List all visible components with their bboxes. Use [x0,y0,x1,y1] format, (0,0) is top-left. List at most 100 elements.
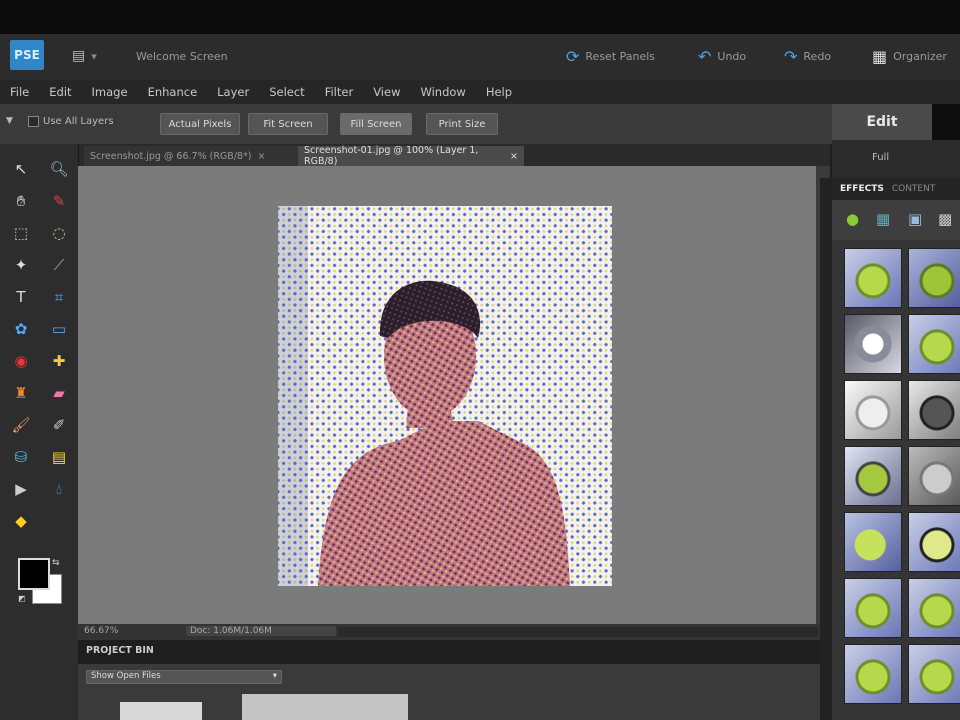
effects-panel-tabs: EFFECTS CONTENT [832,178,960,200]
redo-icon: ↷ [784,46,798,66]
brush-tool-icon[interactable]: 🖌︎ [8,412,34,438]
photo-effects-icon[interactable]: ▣ [908,210,922,228]
magic-wand-tool-icon[interactable]: ✦ [8,252,34,278]
effect-thumbnail[interactable] [844,512,902,572]
checkbox[interactable] [28,116,39,127]
lasso-tool-icon[interactable]: ◌ [46,220,72,246]
doc-tab-label: Screenshot-01.jpg @ 100% (Layer 1, RGB/8… [304,145,479,167]
fit-screen-button[interactable]: Fit Screen [248,113,328,135]
type-tool-icon[interactable]: T [8,284,34,310]
filters-icon[interactable]: ● [846,210,859,228]
marquee-tool-icon[interactable]: ⬚ [8,220,34,246]
edit-tab[interactable]: Edit [832,104,932,140]
effect-thumbnail[interactable] [844,248,902,308]
effect-thumbnail[interactable] [844,644,902,704]
clone-stamp-tool-icon[interactable]: ♜ [8,380,34,406]
doc-tab-2[interactable]: Screenshot-01.jpg @ 100% (Layer 1, RGB/8… [298,145,524,167]
healing-brush-tool-icon[interactable]: ✚ [46,348,72,374]
eyedropper-tool-icon[interactable]: ✎ [46,188,72,214]
organizer-label: Organizer [893,49,947,63]
smart-brush-tool-icon[interactable]: ✐ [46,412,72,438]
close-icon[interactable]: × [510,151,518,162]
effect-thumbnail[interactable] [844,380,902,440]
toolbox: ↖ 🔍︎ ✋︎ ✎ ⬚ ◌ ✦ ⟋ T ⌗ ✿ ▭ ◉ ✚ ♜ ▰ 🖌︎ ✐ ⛁… [0,144,79,720]
red-eye-tool-icon[interactable]: ◉ [8,348,34,374]
effect-thumbnail[interactable] [908,248,960,308]
show-files-dropdown[interactable]: Show Open Files ▾ [86,670,282,684]
effect-thumbnail[interactable] [844,578,902,638]
cookie-cutter-tool-icon[interactable]: ✿ [8,316,34,342]
effects-category-bar: ● ▦ ▣ ▩ [832,200,960,240]
effect-thumbnail[interactable] [908,314,960,374]
reset-panels-label: Reset Panels [585,49,656,63]
undo-button[interactable]: ↶ Undo [698,46,746,66]
menu-view[interactable]: View [363,85,410,99]
reset-panels-button[interactable]: ⟳ Reset Panels [566,46,655,66]
default-colors-icon[interactable]: ◩ [18,594,26,603]
horizontal-scrollbar[interactable] [338,627,818,637]
selection-brush-tool-icon[interactable]: ⟋ [46,252,72,278]
show-files-label: Show Open Files [91,671,161,681]
menu-image[interactable]: Image [82,85,138,99]
effect-thumbnail[interactable] [844,446,902,506]
project-bin: Show Open Files ▾ [78,664,830,720]
zoom-level[interactable]: 66.67% [84,626,118,636]
effect-thumbnail[interactable] [908,512,960,572]
workspace-icon: ▤ [72,48,86,64]
welcome-screen-link[interactable]: Welcome Screen [136,46,228,66]
menu-select[interactable]: Select [259,85,314,99]
menu-file[interactable]: File [0,85,39,99]
menu-edit[interactable]: Edit [39,85,81,99]
move-tool-icon[interactable]: ↖ [8,156,34,182]
panel-tab-placeholder [932,104,960,140]
chevron-down-icon: ▾ [91,49,97,63]
bin-thumbnail[interactable] [120,702,202,720]
effect-thumbnail[interactable] [908,578,960,638]
project-bin-title: PROJECT BIN [86,645,154,656]
sponge-tool-icon[interactable]: ◆ [8,508,34,534]
content-tab[interactable]: CONTENT [892,184,936,194]
crop-tool-icon[interactable]: ⌗ [46,284,72,310]
tool-options-bar [0,104,832,145]
foreground-color-swatch[interactable] [18,558,50,590]
hand-tool-icon[interactable]: ✋︎ [8,188,34,214]
reset-panels-icon: ⟳ [566,46,580,66]
effect-thumbnail[interactable] [908,644,960,704]
swap-colors-icon[interactable]: ⇆ [52,558,60,568]
options-collapse-icon[interactable]: ▼ [6,116,13,126]
effects-tab[interactable]: EFFECTS [840,184,884,194]
organizer-button[interactable]: ▦ Organizer [872,46,947,66]
project-bin-header: PROJECT BIN [78,640,830,664]
layer-styles-icon[interactable]: ▦ [876,210,890,228]
status-bar: 66.67% Doc: 1.06M/1.06M [78,624,830,640]
paint-bucket-tool-icon[interactable]: ⛁ [8,444,34,470]
menu-layer[interactable]: Layer [207,85,259,99]
close-icon[interactable]: × [258,151,266,162]
gradient-tool-icon[interactable]: ▤ [46,444,72,470]
fill-screen-button[interactable]: Fill Screen [340,113,412,135]
redo-button[interactable]: ↷ Redo [784,46,831,66]
effect-thumbnail[interactable] [908,446,960,506]
menu-help[interactable]: Help [476,85,522,99]
bin-thumbnail[interactable] [242,694,408,720]
all-effects-icon[interactable]: ▩ [938,210,952,228]
actual-pixels-button[interactable]: Actual Pixels [160,113,240,135]
shape-tool-icon[interactable]: ▶ [8,476,34,502]
blur-tool-icon[interactable]: 💧︎ [46,476,72,502]
doc-info[interactable]: Doc: 1.06M/1.06M [186,626,336,636]
print-size-button[interactable]: Print Size [426,113,498,135]
full-edit-tab[interactable]: Full [872,152,889,163]
eraser-tool-icon[interactable]: ▰ [46,380,72,406]
menu-window[interactable]: Window [410,85,475,99]
doc-tab-1[interactable]: Screenshot.jpg @ 66.7% (RGB/8*) × [84,146,302,166]
panel-scrollbar[interactable] [820,178,832,720]
effect-thumbnail[interactable] [908,380,960,440]
straighten-tool-icon[interactable]: ▭ [46,316,72,342]
menu-enhance[interactable]: Enhance [138,85,208,99]
use-all-layers-option[interactable]: Use All Layers [28,116,114,127]
doc-tab-label: Screenshot.jpg @ 66.7% (RGB/8*) [90,150,252,162]
workspace-menu-button[interactable]: ▤ ▾ [72,46,97,66]
effect-thumbnail[interactable] [844,314,902,374]
menu-filter[interactable]: Filter [315,85,363,99]
zoom-tool-icon[interactable]: 🔍︎ [46,156,72,182]
